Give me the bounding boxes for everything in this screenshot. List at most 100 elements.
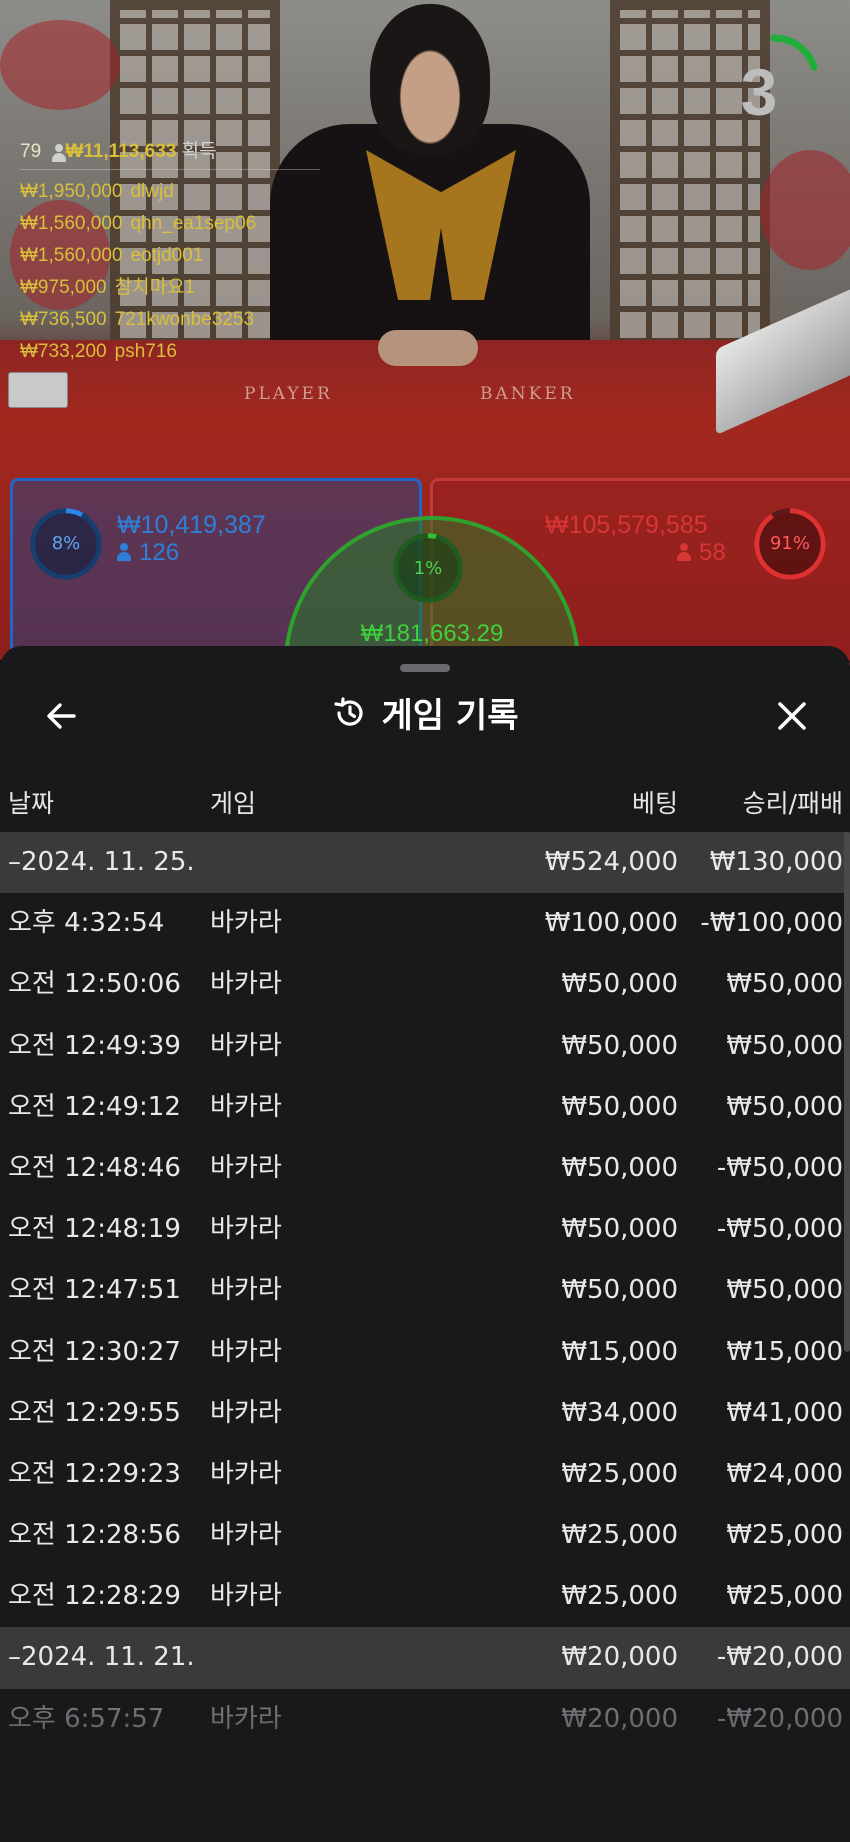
winner-amount: ₩975,000 <box>20 277 107 298</box>
history-row: 오전 12:49:39 바카라 ₩50,000 ₩50,000 <box>0 1016 850 1077</box>
dealer-head <box>370 4 490 154</box>
cell-game: 바카라 <box>210 1458 282 1489</box>
user-icon <box>117 543 131 561</box>
cell-result: ₩15,000 <box>726 1336 843 1367</box>
cell-result: ₩50,000 <box>726 1275 843 1306</box>
cell-bet: ₩25,000 <box>561 1581 678 1612</box>
winner-amount: ₩736,500 <box>20 309 107 330</box>
cell-bet: ₩20,000 <box>561 1703 678 1734</box>
player-amount: ₩10,419,387 <box>117 511 266 539</box>
winner-username: 참치마요1 <box>114 277 196 298</box>
user-icon <box>677 543 691 561</box>
sheet-grab-handle[interactable] <box>400 664 450 672</box>
cell-bet: ₩524,000 <box>544 847 678 877</box>
cell-game: 바카라 <box>210 1336 282 1367</box>
cell-date: 오전 12:49:12 <box>8 1091 181 1122</box>
winner-row: ₩733,200 psh716 <box>20 336 320 368</box>
cell-game: 바카라 <box>210 969 282 1000</box>
cell-result: ₩50,000 <box>726 1091 843 1122</box>
page-title: 게임 기록 <box>381 696 519 736</box>
cell-result: -₩50,000 <box>716 1152 843 1183</box>
winner-amount: ₩1,560,000 <box>20 245 123 266</box>
cell-result: ₩50,000 <box>726 1030 843 1061</box>
cell-result: ₩41,000 <box>726 1397 843 1428</box>
column-header-game[interactable]: 게임 <box>210 784 256 820</box>
user-icon <box>52 144 67 162</box>
player-percent: 8% <box>51 533 81 554</box>
cell-date: 오전 12:47:51 <box>8 1275 181 1306</box>
cell-result: ₩25,000 <box>726 1520 843 1551</box>
winners-count: 79 <box>20 141 42 162</box>
scrollbar[interactable] <box>844 832 850 1352</box>
cell-date: 오전 12:48:46 <box>8 1152 181 1183</box>
cell-bet: ₩34,000 <box>561 1397 678 1428</box>
banker-count: 58 <box>699 539 726 566</box>
history-row: 오전 12:48:19 바카라 ₩50,000 -₩50,000 <box>0 1199 850 1260</box>
cell-date: 오전 12:28:56 <box>8 1520 181 1551</box>
cell-game: 바카라 <box>210 1520 282 1551</box>
cell-date: 오후 4:32:54 <box>8 908 165 939</box>
cell-result: -₩50,000 <box>716 1214 843 1245</box>
discard-cards <box>8 372 68 408</box>
history-row: 오전 12:29:55 바카라 ₩34,000 ₩41,000 <box>0 1383 850 1444</box>
winner-row: ₩1,950,000 dlwjd <box>20 176 320 208</box>
close-button[interactable] <box>770 694 814 738</box>
cell-date: –2024. 11. 21. <box>8 1642 195 1673</box>
dealer-hands <box>378 330 478 366</box>
column-header-bet[interactable]: 베팅 <box>632 784 678 820</box>
cell-result: ₩24,000 <box>726 1458 843 1489</box>
cell-date: 오후 6:57:57 <box>8 1703 165 1734</box>
history-row: 오전 12:50:06 바카라 ₩50,000 ₩50,000 <box>0 954 850 1015</box>
cell-date: 오전 12:48:19 <box>8 1214 181 1245</box>
winners-total: ₩11,113,633 <box>65 141 177 162</box>
history-row: 오후 4:32:54 바카라 ₩100,000 -₩100,000 <box>0 893 850 954</box>
cell-bet: ₩50,000 <box>561 1152 678 1183</box>
winners-total-label: 획득 <box>181 141 217 162</box>
winner-username: dlwjd <box>130 181 174 202</box>
cell-bet: ₩15,000 <box>561 1336 678 1367</box>
history-row: 오후 6:57:57 바카라 ₩20,000 -₩20,000 <box>0 1689 850 1750</box>
cell-bet: ₩50,000 <box>561 1091 678 1122</box>
cell-game: 바카라 <box>210 1091 282 1122</box>
winner-row: ₩975,000 참치마요1 <box>20 272 320 304</box>
winners-list: 79 ₩11,113,633 획득 ₩1,950,000 dlwjd ₩1,560,… <box>20 136 320 368</box>
cell-game: 바카라 <box>210 908 282 939</box>
winner-username: qhn_ea1sep06 <box>130 213 257 234</box>
cell-date: 오전 12:29:55 <box>8 1397 181 1428</box>
blossom-decoration <box>760 150 850 270</box>
game-history-sheet: 게임 기록 날짜 게임 베팅 승리/패배 –2024. 11. 25. ₩524,… <box>0 646 850 1842</box>
winner-username: psh716 <box>114 341 177 362</box>
close-icon <box>778 702 806 730</box>
history-row: 오전 12:48:46 바카라 ₩50,000 -₩50,000 <box>0 1138 850 1199</box>
cell-bet: ₩50,000 <box>561 1030 678 1061</box>
banker-percent: 91% <box>769 533 810 554</box>
cell-bet: ₩50,000 <box>561 1214 678 1245</box>
tie-percent: 1% <box>413 558 443 579</box>
blossom-decoration <box>0 20 120 110</box>
cell-bet: ₩50,000 <box>561 969 678 1000</box>
winner-row: ₩1,560,000 qhn_ea1sep06 <box>20 208 320 240</box>
cell-bet: ₩20,000 <box>561 1642 678 1673</box>
history-icon <box>333 696 363 726</box>
cell-game: 바카라 <box>210 1214 282 1245</box>
cell-game: 바카라 <box>210 1581 282 1612</box>
cell-date: 오전 12:49:39 <box>8 1030 181 1061</box>
cell-bet: ₩25,000 <box>561 1520 678 1551</box>
winner-username: eotjd001 <box>130 245 204 266</box>
date-group-row[interactable]: –2024. 11. 25. ₩524,000 ₩130,000 <box>0 832 850 894</box>
cell-date: 오전 12:30:27 <box>8 1336 181 1367</box>
winner-amount: ₩1,950,000 <box>20 181 123 202</box>
cell-game: 바카라 <box>210 1703 282 1734</box>
history-table: –2024. 11. 25. ₩524,000 ₩130,000 오후 4:32:54… <box>0 832 850 1750</box>
felt-player-label: PLAYER <box>244 384 333 404</box>
cell-bet: ₩25,000 <box>561 1458 678 1489</box>
cell-date: 오전 12:29:23 <box>8 1458 181 1489</box>
column-header-result[interactable]: 승리/패배 <box>743 784 843 820</box>
countdown-number: 3 <box>740 55 778 129</box>
date-group-row[interactable]: –2024. 11. 21. ₩20,000 -₩20,000 <box>0 1627 850 1689</box>
history-row: 오전 12:28:56 바카라 ₩25,000 ₩25,000 <box>0 1505 850 1566</box>
column-header-date[interactable]: 날짜 <box>8 784 54 820</box>
sheet-title-bar: 게임 기록 <box>0 688 850 744</box>
winner-username: 721kwonbe3253 <box>114 309 255 330</box>
cell-date: 오전 12:28:29 <box>8 1581 181 1612</box>
